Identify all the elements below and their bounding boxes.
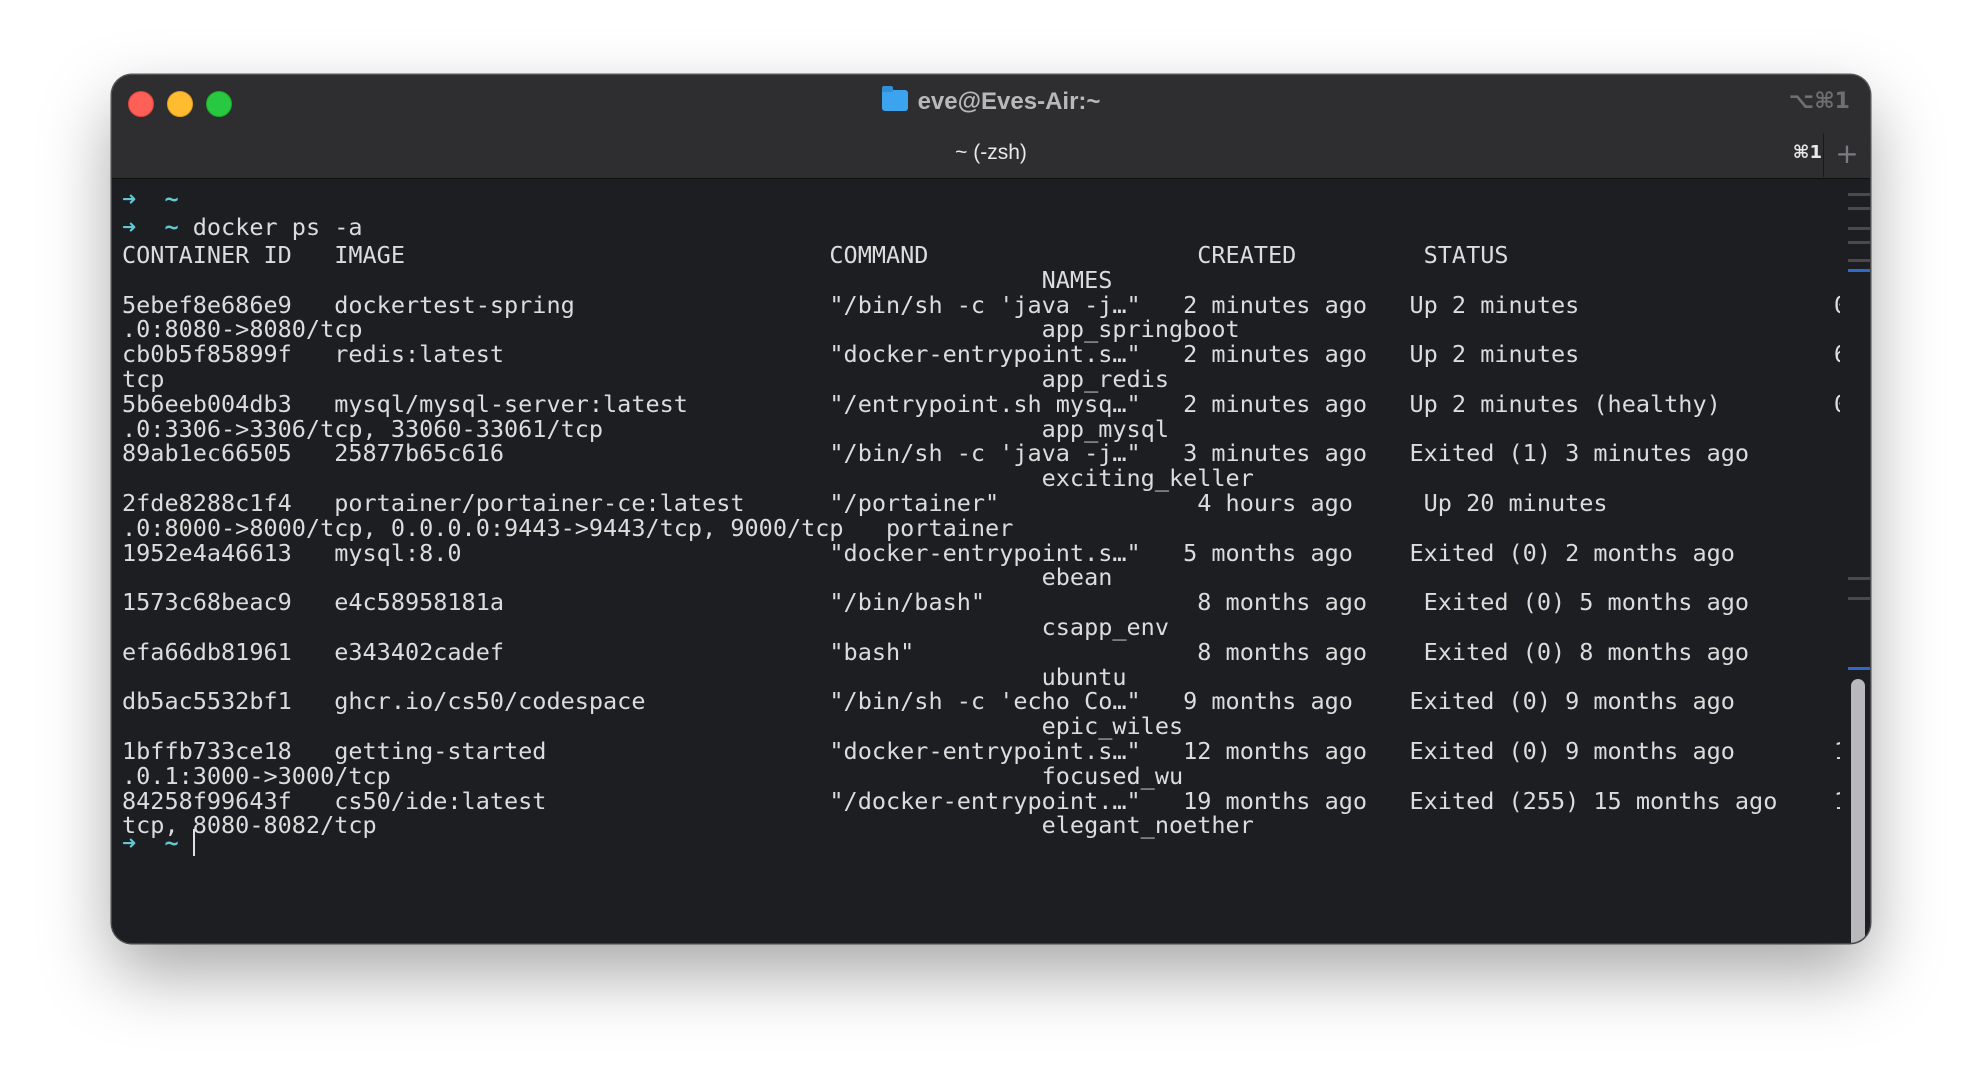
output-line: cb0b5f85899f redis:latest "docker-entryp… <box>122 340 1840 369</box>
output-line: .0:8000->8000/tcp, 0.0.0.0:9443->9443/tc… <box>122 513 1014 542</box>
scroll-mark <box>1848 193 1870 196</box>
output-line: .0:3306->3306/tcp, 33060-33061/tcp app_m… <box>122 414 1169 443</box>
prompt-arrow-icon: ➜ <box>122 185 137 213</box>
output-line: tcp app_redis <box>122 365 1169 393</box>
prompt-arrow-icon: ➜ <box>122 213 137 241</box>
output-line: 5ebef8e686e9 dockertest-spring "/bin/sh … <box>122 290 1840 319</box>
scrollbar[interactable] <box>1840 179 1870 943</box>
output-line: epic_wiles <box>122 712 1184 741</box>
scroll-mark <box>1848 227 1870 230</box>
output-line: csapp_env <box>122 613 1169 641</box>
title-bar[interactable]: eve@Eves-Air:~ ⌥⌘1 ~ (-zsh) ⌘1 + <box>112 75 1870 179</box>
output-line: CONTAINER ID IMAGE COMMAND CREATED STATU… <box>122 241 1840 269</box>
output-line: efa66db81961 e343402cadef "bash" 8 month… <box>122 637 1750 666</box>
scroll-thumb[interactable] <box>1851 679 1865 943</box>
output-line: 89ab1ec66505 25877b65c616 "/bin/sh -c 'j… <box>122 439 1750 468</box>
output-line: tcp, 8080-8082/tcp elegant_noether <box>122 811 1254 840</box>
window-title: eve@Eves-Air:~ <box>112 85 1870 119</box>
active-prompt-line[interactable]: ➜ ~ <box>122 829 195 857</box>
window-shortcut: ⌥⌘1 <box>1788 89 1850 114</box>
output-line: NAMES <box>122 265 1113 294</box>
output-line: 1952e4a46613 mysql:8.0 "docker-entrypoin… <box>122 538 1735 567</box>
tab-shortcut: ⌘1 <box>1792 142 1822 163</box>
output-line: .0.1:3000->3000/tcp focused_wu <box>122 761 1184 790</box>
output-line: 2fde8288c1f4 portainer/portainer-ce:late… <box>122 489 1840 517</box>
output-line: ubuntu <box>122 662 1127 691</box>
output-line: 1bffb733ce18 getting-started "docker-ent… <box>122 737 1840 765</box>
scroll-mark <box>1848 667 1870 670</box>
tab-zsh[interactable]: ~ (-zsh) <box>112 138 1870 168</box>
prompt-line: ➜ ~ <box>122 185 179 213</box>
prompt-dir: ~ <box>164 213 179 241</box>
output-line: ebean <box>122 563 1113 592</box>
output-line: db5ac5532bf1 ghcr.io/cs50/codespace "/bi… <box>122 687 1735 716</box>
command-text: docker ps -a <box>192 213 363 241</box>
command-line: ➜ ~ docker ps -a <box>122 213 363 241</box>
scroll-mark <box>1848 259 1870 262</box>
output-line: .0:8080->8080/tcp app_springboot <box>122 315 1240 344</box>
scroll-mark <box>1848 207 1870 210</box>
terminal-output[interactable]: ➜ ~ ➜ ~ docker ps -a CONTAINER ID IMAGE … <box>112 179 1840 943</box>
output-line: exciting_keller <box>122 464 1254 493</box>
prompt-dir: ~ <box>164 185 179 213</box>
output-line: 5b6eeb004db3 mysql/mysql-server:latest "… <box>122 389 1840 418</box>
terminal-window: eve@Eves-Air:~ ⌥⌘1 ~ (-zsh) ⌘1 + ➜ ~ ➜ ~… <box>112 75 1870 943</box>
scroll-mark <box>1848 269 1870 272</box>
output-line: 1573c68beac9 e4c58958181a "/bin/bash" 8 … <box>122 588 1750 617</box>
folder-icon <box>881 86 908 111</box>
scroll-mark <box>1848 577 1870 580</box>
text-cursor <box>192 829 195 856</box>
new-tab-button[interactable]: + <box>1823 133 1870 177</box>
scroll-mark <box>1848 241 1870 244</box>
prompt-arrow-icon: ➜ <box>122 829 137 857</box>
tab-bar: ~ (-zsh) ⌘1 + <box>112 133 1870 177</box>
prompt-dir: ~ <box>164 829 179 857</box>
window-title-text: eve@Eves-Air:~ <box>917 88 1101 115</box>
output-line: 84258f99643f cs50/ide:latest "/docker-en… <box>122 786 1840 815</box>
scroll-mark <box>1848 597 1870 600</box>
